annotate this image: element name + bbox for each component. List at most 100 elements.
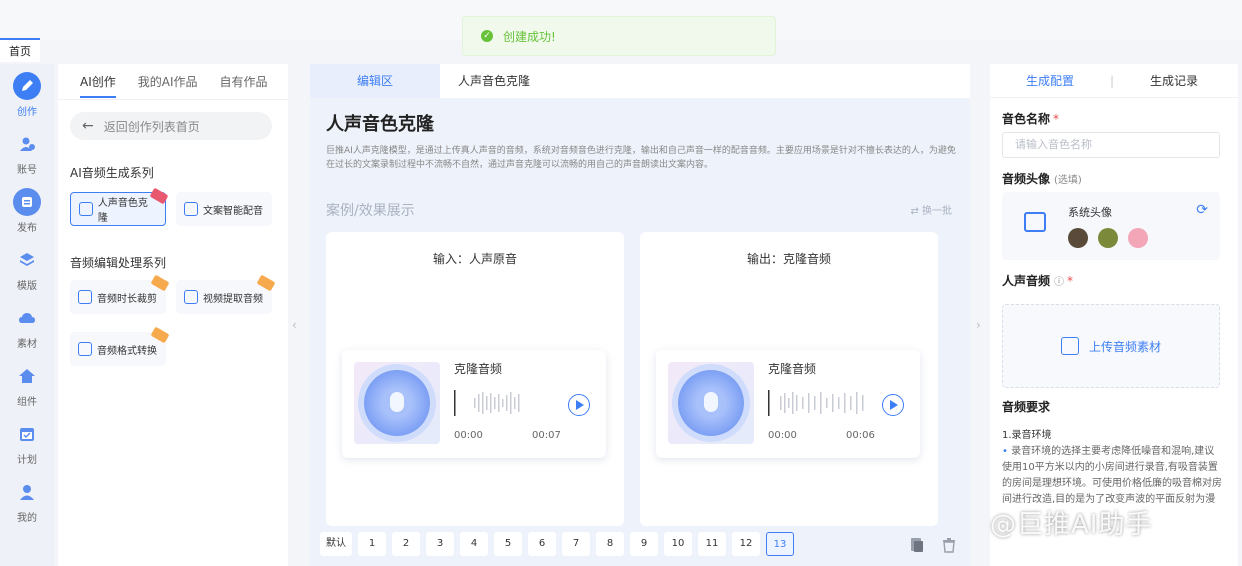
page-1[interactable]: 1 [358,532,386,556]
requirement-subtitle: 1.录音环境 [1002,430,1052,441]
person-icon [13,478,41,506]
editor-actions [908,536,958,554]
voice-audio-label: 人声音频 ⓘ * [1002,274,1074,288]
page-12[interactable]: 12 [732,532,760,556]
tab-editor[interactable]: 编辑区 [310,64,440,98]
section-title-audio-edit: 音频编辑处理系列 [70,256,167,270]
collapse-right-icon[interactable]: › [976,318,981,332]
waveform[interactable] [768,388,872,418]
rail-label: 计划 [17,455,37,466]
page-13[interactable]: 13 [766,532,794,556]
rail-item-account[interactable]: 账号 [0,130,54,176]
back-label: 返回创作列表首页 [103,119,200,134]
video-icon [184,290,198,304]
avatar[interactable] [1128,228,1148,248]
player-name: 克隆音频 [454,362,503,376]
rail-item-material[interactable]: 素材 [0,304,54,350]
left-rail: 创作 账号 发布 模版 素材 组件 计划 我的 [0,64,54,566]
editor-area: 编辑区 人声音色克隆 人声音色克隆 巨推AI人声克隆模型，是通过上传真人声音的音… [310,64,970,566]
tool-label: 人声音色克隆 [97,198,148,224]
back-to-list-button[interactable]: ← 返回创作列表首页 [70,112,272,140]
user-add-icon [13,130,41,158]
creation-tabs: AI创作 我的AI作品 自有作品 [58,64,288,100]
audio-player: 克隆音频 00:00 00:06 [656,350,920,458]
page-10[interactable]: 10 [664,532,692,556]
rail-item-component[interactable]: 组件 [0,362,54,408]
rail-item-publish[interactable]: 发布 [0,188,54,234]
tool-voice-clone[interactable]: 人声音色克隆 [70,187,169,226]
rail-label: 账号 [17,165,37,176]
avatar-label: 音频头像 (选填) [1002,172,1082,186]
system-avatar-title: 系统头像 [1068,206,1112,219]
rail-label: 发布 [17,223,37,234]
clone-icon [79,202,93,216]
swap-icon: ⇄ [910,206,922,217]
page-title: 人声音色克隆 [326,114,434,135]
image-add-icon[interactable] [1024,212,1046,232]
voice-name-input[interactable] [1002,132,1220,158]
home-icon [13,362,41,390]
collapse-left-icon[interactable]: ‹ [292,318,297,332]
audio-player: 克隆音频 00:00 00:07 [342,350,606,458]
success-toast: ✓ 创建成功! [462,16,776,56]
toast-message: 创建成功! [503,29,556,44]
total-time: 00:06 [846,430,875,441]
play-button[interactable] [568,394,590,416]
rail-item-template[interactable]: 模版 [0,246,54,292]
pagination: 默认 1 2 3 4 5 6 7 8 9 10 11 12 13 [320,532,794,556]
avatar[interactable] [1068,228,1088,248]
publish-icon [13,188,41,216]
tool-format-convert[interactable]: 音频格式转换 [70,326,170,366]
page-3[interactable]: 3 [426,532,454,556]
avatar[interactable] [1098,228,1118,248]
text-icon [184,202,198,216]
tool-extract-audio[interactable]: 视频提取音频 [176,274,276,314]
tab-generate-history[interactable]: 生成记录 [1114,72,1234,89]
tab-generate-config[interactable]: 生成配置 [990,72,1110,89]
tool-label: 音频格式转换 [97,345,157,357]
rail-item-create[interactable]: 创作 [0,72,54,118]
tab-home[interactable]: 首页 [0,38,40,62]
page-7[interactable]: 7 [562,532,590,556]
total-time: 00:07 [532,430,561,441]
upload-label: 上传音频素材 [1088,339,1161,354]
page-default[interactable]: 默认 [320,532,352,556]
current-time: 00:00 [768,430,797,441]
upload-audio-button[interactable]: 上传音频素材 [1002,304,1220,388]
swap-batch-button[interactable]: ⇄ 换一批 [910,202,952,217]
tab-ai-create[interactable]: AI创作 [80,73,116,98]
card-header: 输出：克隆音频 [746,252,831,266]
play-button[interactable] [882,394,904,416]
page-4[interactable]: 4 [460,532,488,556]
tab-own-works[interactable]: 自有作品 [220,73,268,90]
swap-label: 换一批 [922,206,952,217]
page-8[interactable]: 8 [596,532,624,556]
rail-item-plan[interactable]: 计划 [0,420,54,466]
page-9[interactable]: 9 [630,532,658,556]
pen-icon [13,72,41,100]
wav-icon [78,342,92,356]
rail-label: 创作 [17,107,37,118]
config-panel: 生成配置 | 生成记录 音色名称* 音频头像(选填) 系统头像 ⟳ 人声音频ⓘ*… [990,64,1238,566]
rail-item-mine[interactable]: 我的 [0,478,54,524]
requirement-text: • 录音环境的选择主要考虑降低噪音和混响,建议使用10平方米以内的小房间进行录音… [1002,446,1222,505]
page-6[interactable]: 6 [528,532,556,556]
audio-cover [354,362,440,444]
tool-smart-dubbing[interactable]: 文案智能配音 [176,192,272,226]
trash-icon[interactable] [940,536,958,554]
page-11[interactable]: 11 [698,532,726,556]
page-5[interactable]: 5 [494,532,522,556]
waveform[interactable] [454,388,558,418]
tab-my-ai-works[interactable]: 我的AI作品 [138,73,198,90]
tab-voice-clone[interactable]: 人声音色克隆 [440,64,570,98]
tool-label: 文案智能配音 [203,205,263,217]
rail-label: 我的 [17,513,37,524]
mic-disc-icon [364,370,430,436]
watermark: @巨推AI助手 [990,510,1153,540]
refresh-icon[interactable]: ⟳ [1196,202,1208,218]
copy-icon[interactable] [908,536,926,554]
player-name: 克隆音频 [768,362,817,376]
tool-audio-trim[interactable]: 音频时长裁剪 [70,274,170,314]
page-description: 巨推AI人声克隆模型，是通过上传真人声音的音频，系统对音频音色进行克隆，输出和自… [326,146,956,170]
page-2[interactable]: 2 [392,532,420,556]
